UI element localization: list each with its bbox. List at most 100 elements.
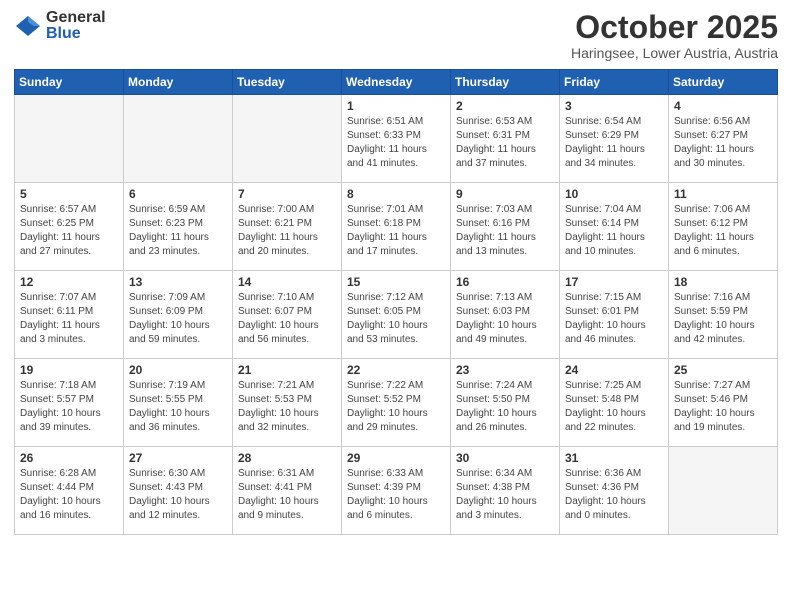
day-number: 19	[20, 363, 118, 377]
day-number: 17	[565, 275, 663, 289]
day-cell: 13Sunrise: 7:09 AM Sunset: 6:09 PM Dayli…	[124, 271, 233, 359]
day-number: 8	[347, 187, 445, 201]
day-number: 28	[238, 451, 336, 465]
day-info: Sunrise: 6:57 AM Sunset: 6:25 PM Dayligh…	[20, 203, 118, 259]
day-cell: 6 Sunrise: 6:59 AM Sunset: 6:23 PM Daylig…	[124, 183, 233, 271]
day-info: Sunrise: 6:59 AM Sunset: 6:23 PM Dayligh…	[129, 203, 227, 259]
day-cell: 15 Sunrise: 7:12 AM Sunset: 6:05 PM Dayli…	[342, 271, 451, 359]
day-cell: 11Sunrise: 7:06 AM Sunset: 6:12 PM Dayli…	[669, 183, 778, 271]
day-info: Sunrise: 7:01 AM Sunset: 6:18 PM Dayligh…	[347, 203, 445, 259]
day-cell	[233, 95, 342, 183]
day-number: 20	[129, 363, 227, 377]
day-number: 5	[20, 187, 118, 201]
day-info: Sunrise: 7:27 AM Sunset: 5:46 PM Dayligh…	[674, 379, 772, 435]
day-number: 21	[238, 363, 336, 377]
day-number: 13	[129, 275, 227, 289]
day-info: Sunrise: 7:00 AM Sunset: 6:21 PM Dayligh…	[238, 203, 336, 259]
day-info: Sunrise: 6:31 AM Sunset: 4:41 PM Dayligh…	[238, 467, 336, 523]
day-cell: 10 Sunrise: 7:04 AM Sunset: 6:14 PM Dayli…	[560, 183, 669, 271]
day-cell: 18 Sunrise: 7:16 AM Sunset: 5:59 PM Dayli…	[669, 271, 778, 359]
day-number: 27	[129, 451, 227, 465]
day-info: Sunrise: 6:30 AM Sunset: 4:43 PM Dayligh…	[129, 467, 227, 523]
day-info: Sunrise: 7:25 AM Sunset: 5:48 PM Dayligh…	[565, 379, 663, 435]
day-number: 23	[456, 363, 554, 377]
day-number: 16	[456, 275, 554, 289]
day-info: Sunrise: 7:24 AM Sunset: 5:50 PM Dayligh…	[456, 379, 554, 435]
day-cell: 25 Sunrise: 7:27 AM Sunset: 5:46 PM Dayli…	[669, 359, 778, 447]
day-info: Sunrise: 7:12 AM Sunset: 6:05 PM Dayligh…	[347, 291, 445, 347]
day-cell	[124, 95, 233, 183]
day-cell: 9 Sunrise: 7:03 AM Sunset: 6:16 PM Daylig…	[451, 183, 560, 271]
day-info: Sunrise: 7:04 AM Sunset: 6:14 PM Dayligh…	[565, 203, 663, 259]
title-block: October 2025 Haringsee, Lower Austria, A…	[571, 10, 778, 61]
day-cell: 8 Sunrise: 7:01 AM Sunset: 6:18 PM Daylig…	[342, 183, 451, 271]
day-info: Sunrise: 7:06 AM Sunset: 6:12 PM Dayligh…	[674, 203, 772, 259]
day-info: Sunrise: 7:16 AM Sunset: 5:59 PM Dayligh…	[674, 291, 772, 347]
day-number: 6	[129, 187, 227, 201]
day-info: Sunrise: 7:18 AM Sunset: 5:57 PM Dayligh…	[20, 379, 118, 435]
day-number: 9	[456, 187, 554, 201]
day-info: Sunrise: 7:13 AM Sunset: 6:03 PM Dayligh…	[456, 291, 554, 347]
day-cell: 21 Sunrise: 7:21 AM Sunset: 5:53 PM Dayli…	[233, 359, 342, 447]
day-info: Sunrise: 6:56 AM Sunset: 6:27 PM Dayligh…	[674, 115, 772, 171]
day-info: Sunrise: 7:19 AM Sunset: 5:55 PM Dayligh…	[129, 379, 227, 435]
col-thursday: Thursday	[451, 70, 560, 95]
day-cell: 12Sunrise: 7:07 AM Sunset: 6:11 PM Dayli…	[15, 271, 124, 359]
day-number: 30	[456, 451, 554, 465]
logo-text: General Blue	[46, 10, 106, 42]
weekday-header-row: Sunday Monday Tuesday Wednesday Thursday…	[15, 70, 778, 95]
col-sunday: Sunday	[15, 70, 124, 95]
day-info: Sunrise: 7:15 AM Sunset: 6:01 PM Dayligh…	[565, 291, 663, 347]
day-number: 3	[565, 99, 663, 113]
day-number: 7	[238, 187, 336, 201]
month-title: October 2025	[571, 10, 778, 45]
logo-general-text: General	[46, 10, 106, 26]
day-cell: 19 Sunrise: 7:18 AM Sunset: 5:57 PM Dayli…	[15, 359, 124, 447]
day-cell: 14 Sunrise: 7:10 AM Sunset: 6:07 PM Dayli…	[233, 271, 342, 359]
day-cell: 5 Sunrise: 6:57 AM Sunset: 6:25 PM Daylig…	[15, 183, 124, 271]
day-cell: 1 Sunrise: 6:51 AM Sunset: 6:33 PM Daylig…	[342, 95, 451, 183]
col-saturday: Saturday	[669, 70, 778, 95]
day-number: 2	[456, 99, 554, 113]
day-info: Sunrise: 7:10 AM Sunset: 6:07 PM Dayligh…	[238, 291, 336, 347]
day-info: Sunrise: 7:22 AM Sunset: 5:52 PM Dayligh…	[347, 379, 445, 435]
day-cell: 23 Sunrise: 7:24 AM Sunset: 5:50 PM Dayli…	[451, 359, 560, 447]
logo: General Blue	[14, 10, 106, 42]
week-row-3: 12Sunrise: 7:07 AM Sunset: 6:11 PM Dayli…	[15, 271, 778, 359]
day-cell: 20 Sunrise: 7:19 AM Sunset: 5:55 PM Dayli…	[124, 359, 233, 447]
day-info: Sunrise: 6:54 AM Sunset: 6:29 PM Dayligh…	[565, 115, 663, 171]
day-number: 15	[347, 275, 445, 289]
day-cell: 22Sunrise: 7:22 AM Sunset: 5:52 PM Dayli…	[342, 359, 451, 447]
day-number: 26	[20, 451, 118, 465]
col-monday: Monday	[124, 70, 233, 95]
col-tuesday: Tuesday	[233, 70, 342, 95]
week-row-4: 19 Sunrise: 7:18 AM Sunset: 5:57 PM Dayli…	[15, 359, 778, 447]
day-number: 25	[674, 363, 772, 377]
day-cell: 16 Sunrise: 7:13 AM Sunset: 6:03 PM Dayli…	[451, 271, 560, 359]
day-info: Sunrise: 6:53 AM Sunset: 6:31 PM Dayligh…	[456, 115, 554, 171]
col-friday: Friday	[560, 70, 669, 95]
week-row-1: 1 Sunrise: 6:51 AM Sunset: 6:33 PM Daylig…	[15, 95, 778, 183]
week-row-5: 26 Sunrise: 6:28 AM Sunset: 4:44 PM Dayli…	[15, 447, 778, 535]
day-cell: 30Sunrise: 6:34 AM Sunset: 4:38 PM Dayli…	[451, 447, 560, 535]
day-cell: 28 Sunrise: 6:31 AM Sunset: 4:41 PM Dayli…	[233, 447, 342, 535]
day-info: Sunrise: 7:21 AM Sunset: 5:53 PM Dayligh…	[238, 379, 336, 435]
logo-blue-text: Blue	[46, 26, 106, 42]
logo-icon	[14, 12, 42, 40]
day-number: 10	[565, 187, 663, 201]
day-info: Sunrise: 6:28 AM Sunset: 4:44 PM Dayligh…	[20, 467, 118, 523]
location-title: Haringsee, Lower Austria, Austria	[571, 45, 778, 61]
day-number: 24	[565, 363, 663, 377]
day-info: Sunrise: 7:03 AM Sunset: 6:16 PM Dayligh…	[456, 203, 554, 259]
col-wednesday: Wednesday	[342, 70, 451, 95]
day-number: 14	[238, 275, 336, 289]
day-info: Sunrise: 6:51 AM Sunset: 6:33 PM Dayligh…	[347, 115, 445, 171]
day-number: 1	[347, 99, 445, 113]
day-cell	[15, 95, 124, 183]
day-number: 31	[565, 451, 663, 465]
day-cell: 29Sunrise: 6:33 AM Sunset: 4:39 PM Dayli…	[342, 447, 451, 535]
day-number: 18	[674, 275, 772, 289]
day-number: 4	[674, 99, 772, 113]
calendar: Sunday Monday Tuesday Wednesday Thursday…	[14, 69, 778, 535]
day-cell: 4 Sunrise: 6:56 AM Sunset: 6:27 PM Daylig…	[669, 95, 778, 183]
